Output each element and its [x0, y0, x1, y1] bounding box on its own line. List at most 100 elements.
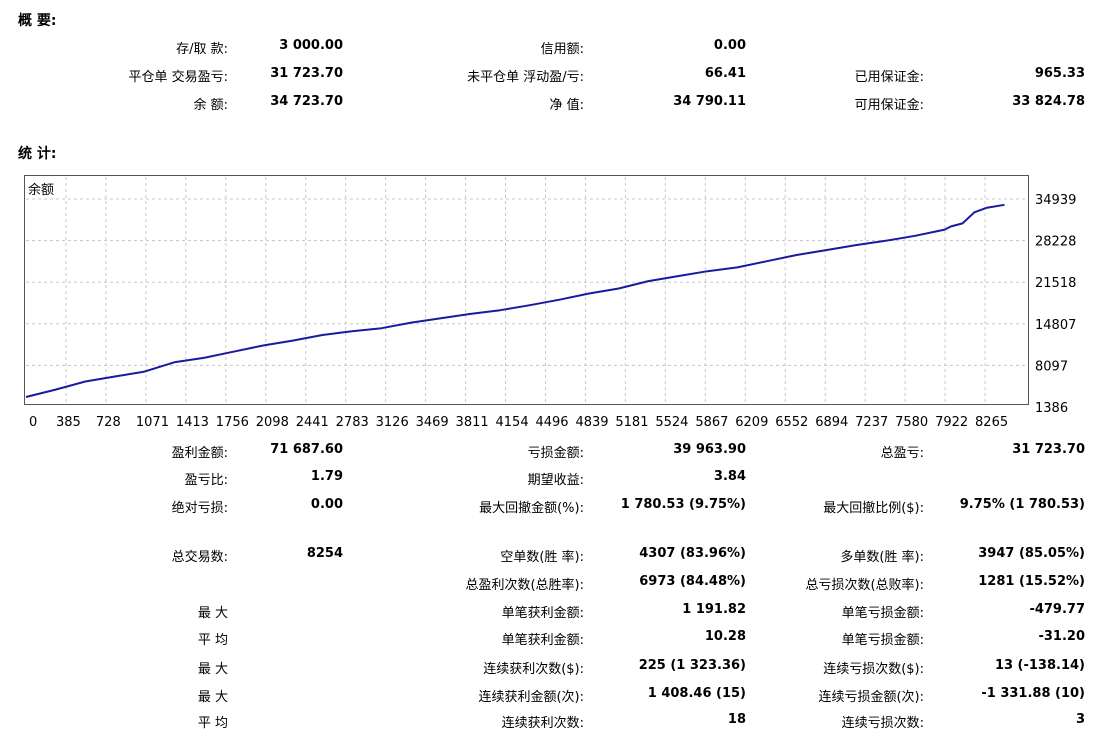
stats-label: 最大回撤金额(%):: [479, 501, 584, 516]
x-tick-label: 1756: [216, 415, 249, 430]
stats-label: 空单数(胜 率):: [500, 550, 584, 565]
x-tick-label: 3811: [456, 415, 489, 430]
stats-value: 39 963.90: [673, 442, 746, 457]
x-tick-label: 5181: [615, 415, 648, 430]
summary-label: 余 额:: [193, 98, 228, 113]
x-tick-label: 2783: [336, 415, 369, 430]
x-tick-label: 7237: [855, 415, 888, 430]
y-tick-label: 21518: [1035, 276, 1076, 291]
summary-label: 净 值:: [549, 98, 584, 113]
stats-value: 9.75% (1 780.53): [959, 497, 1085, 512]
stats-label: 连续获利金额(次):: [478, 690, 584, 705]
stats-value: 1 408.46 (15): [647, 686, 746, 701]
summary-value: 965.33: [1034, 66, 1085, 81]
stats-value: 3.84: [713, 469, 746, 484]
stats-value: -1 331.88 (10): [981, 686, 1085, 701]
stats-label: 单笔亏损金额:: [841, 633, 924, 648]
stats-label: 连续亏损次数($):: [823, 662, 924, 677]
stats-value: 6973 (84.48%): [639, 574, 746, 589]
x-tick-label: 3126: [376, 415, 409, 430]
stats-label: 总盈亏:: [880, 446, 924, 461]
stats-value: 1 780.53 (9.75%): [620, 497, 746, 512]
y-tick-label: 28228: [1035, 235, 1076, 250]
stats-label: 连续亏损金额(次):: [818, 690, 924, 705]
stats-label: 连续亏损次数:: [841, 716, 924, 731]
x-tick-label: 6552: [775, 415, 808, 430]
stats-label: 总盈利次数(总胜率):: [465, 578, 584, 593]
stats-value: 4307 (83.96%): [639, 546, 746, 561]
stats-label: 盈利金额:: [171, 446, 228, 461]
stats-label: 期望收益:: [527, 473, 584, 488]
x-tick-label: 7580: [895, 415, 928, 430]
x-tick-label: 5867: [695, 415, 728, 430]
stats-value: 10.28: [704, 629, 746, 644]
stats-title: 统 计:: [18, 146, 57, 162]
balance-line: [25, 203, 1005, 398]
stats-label: 最 大: [197, 606, 228, 621]
summary-value: 33 824.78: [1012, 94, 1085, 109]
stats-label: 亏损金额:: [527, 446, 584, 461]
stats-value: 1281 (15.52%): [978, 574, 1085, 589]
stats-value: 1 191.82: [682, 602, 746, 617]
chart-title: 余额: [28, 183, 55, 198]
stats-value: 3: [1075, 712, 1085, 727]
stats-label: 最大回撤比例($):: [823, 501, 924, 516]
summary-label: 可用保证金:: [854, 98, 924, 113]
stats-label: 总亏损次数(总败率):: [805, 578, 924, 593]
stats-label: 总交易数:: [171, 550, 228, 565]
x-tick-label: 728: [96, 415, 121, 430]
stats-label: 单笔获利金额:: [501, 633, 584, 648]
stats-label: 平 均: [197, 633, 228, 648]
stats-label: 多单数(胜 率):: [840, 550, 924, 565]
stats-value: 13 (-138.14): [994, 658, 1085, 673]
summary-title: 概 要:: [18, 13, 57, 29]
stats-label: 盈亏比:: [184, 473, 228, 488]
x-tick-label: 3469: [416, 415, 449, 430]
stats-label: 单笔亏损金额:: [841, 606, 924, 621]
stats-label: 连续获利次数($):: [483, 662, 584, 677]
x-tick-label: 5524: [655, 415, 688, 430]
summary-value: 34 723.70: [270, 94, 343, 109]
stats-label: 连续获利次数:: [501, 716, 584, 731]
stats-label: 单笔获利金额:: [501, 606, 584, 621]
balance-chart-svg: 34939 28228 21518 14807 8097 1386 0 385 728 1071 1…: [25, 177, 1076, 430]
balance-chart: 34939 28228 21518 14807 8097 1386 0 385 728 1071 1…: [24, 175, 1076, 430]
y-tick-label: 1386: [1035, 401, 1068, 416]
summary-value: 66.41: [704, 66, 746, 81]
y-tick-label: 14807: [1035, 318, 1076, 333]
summary-label: 未平仓单 浮动盈/亏:: [467, 70, 584, 85]
y-tick-label: 34939: [1035, 193, 1076, 208]
summary-label: 存/取 款:: [176, 42, 228, 57]
x-tick-label: 385: [56, 415, 81, 430]
stats-value: 31 723.70: [1012, 442, 1085, 457]
x-tick-label: 2098: [256, 415, 289, 430]
x-tick-label: 0: [29, 415, 37, 430]
y-tick-label: 8097: [1035, 359, 1068, 374]
x-tick-label: 4496: [535, 415, 568, 430]
x-tick-label: 7922: [935, 415, 968, 430]
x-tick-label: 4154: [496, 415, 529, 430]
stats-value: -31.20: [1038, 629, 1085, 644]
x-tick-label: 6209: [735, 415, 768, 430]
stats-value: -479.77: [1029, 602, 1085, 617]
summary-value: 3 000.00: [279, 38, 343, 53]
stats-value: 8254: [306, 546, 343, 561]
x-tick-label: 8265: [975, 415, 1008, 430]
summary-value: 34 790.11: [673, 94, 746, 109]
stats-label: 平 均: [197, 716, 228, 731]
x-tick-label: 1071: [136, 415, 169, 430]
summary-label: 平仓单 交易盈亏:: [128, 70, 228, 85]
stats-label: 绝对亏损:: [171, 501, 228, 516]
stats-label: 最 大: [197, 662, 228, 677]
x-tick-label: 1413: [176, 415, 209, 430]
summary-value: 31 723.70: [270, 66, 343, 81]
summary-value: 0.00: [713, 38, 746, 53]
stats-value: 1.79: [310, 469, 343, 484]
summary-label: 已用保证金:: [854, 70, 924, 85]
stats-value: 18: [727, 712, 746, 727]
stats-value: 71 687.60: [270, 442, 343, 457]
stats-value: 3947 (85.05%): [978, 546, 1085, 561]
stats-value: 0.00: [310, 497, 343, 512]
summary-label: 信用额:: [540, 42, 584, 57]
x-tick-label: 2441: [296, 415, 329, 430]
